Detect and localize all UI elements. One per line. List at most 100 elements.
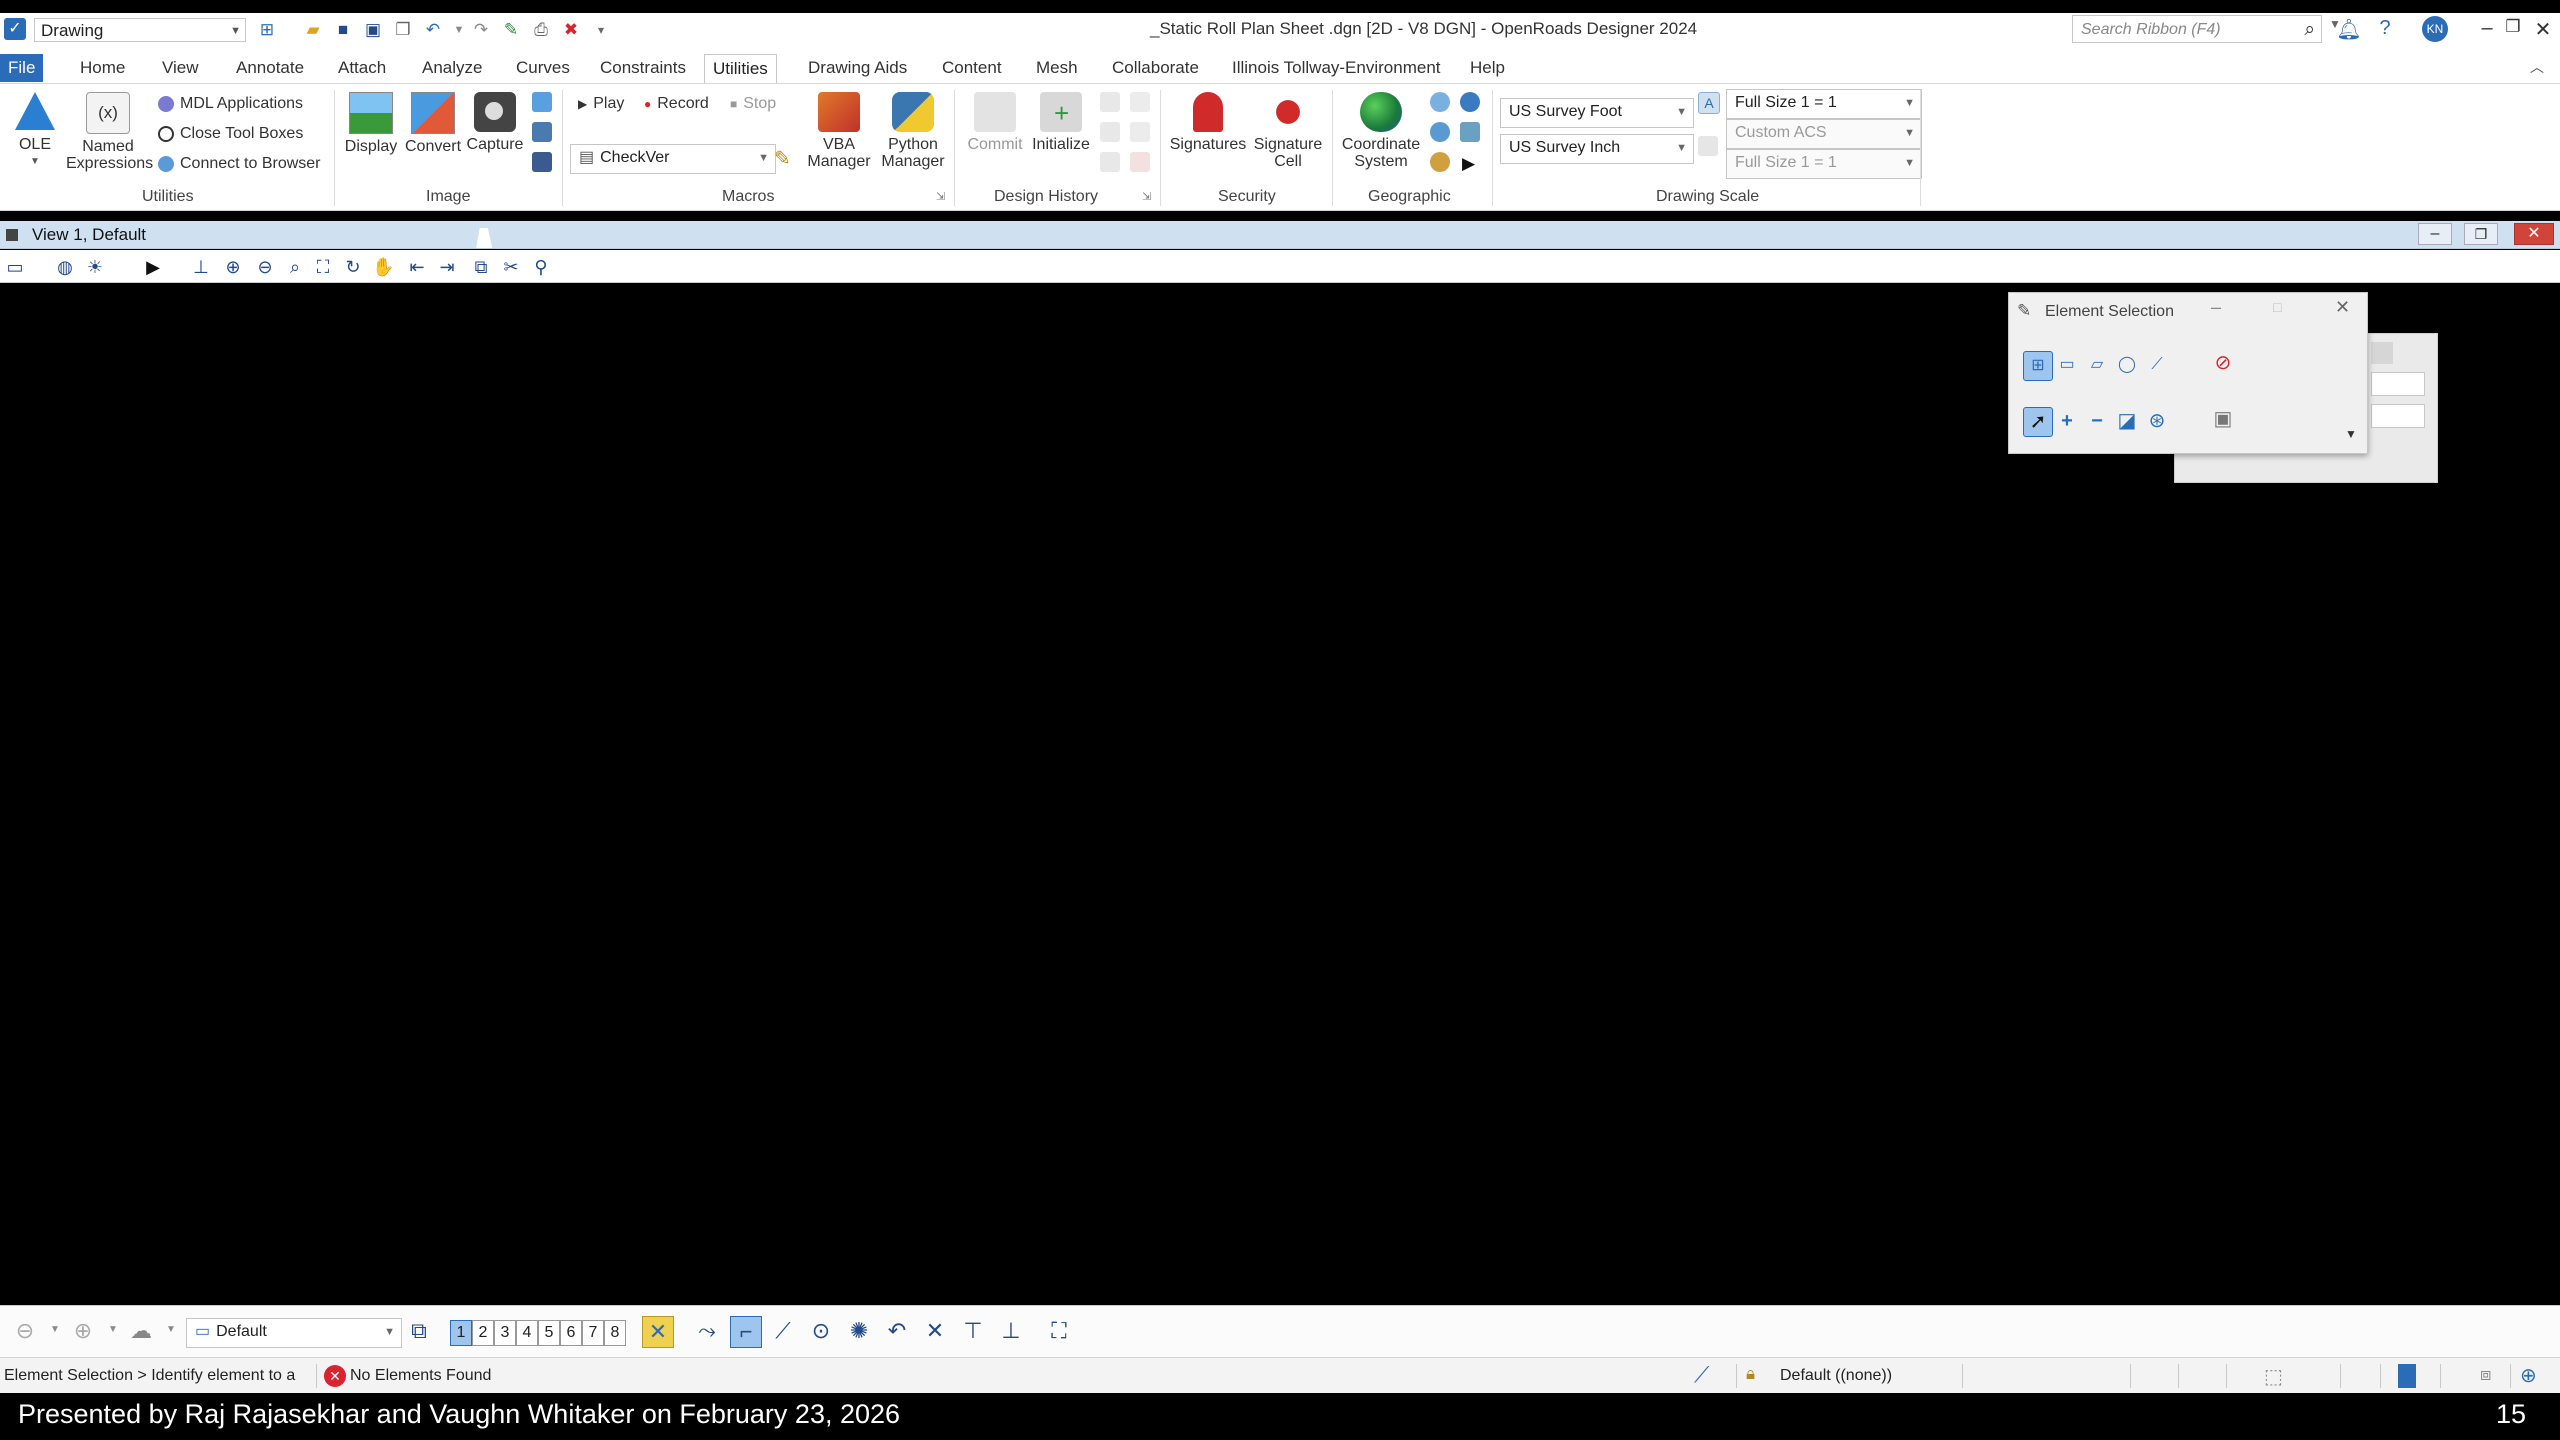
initialize-button[interactable]: + Initialize: [1026, 92, 1096, 153]
design-file-icon[interactable]: [2398, 1364, 2416, 1388]
restore-view-icon[interactable]: ❐: [2464, 223, 2498, 245]
add-mode-icon[interactable]: +: [2053, 407, 2081, 435]
search-ribbon-input[interactable]: Search Ribbon (F4) ⌕: [2072, 15, 2322, 43]
clear-selection-icon[interactable]: ⊘: [2209, 349, 2237, 377]
tab-file[interactable]: File: [0, 54, 44, 82]
rotate-view-icon[interactable]: ↻: [342, 256, 364, 278]
snap-toggle-icon[interactable]: ✕: [642, 1316, 674, 1348]
stop-macro-button[interactable]: ■ Stop: [730, 92, 776, 116]
minimize-icon[interactable]: –: [2474, 17, 2500, 40]
view-play-icon[interactable]: ▶: [142, 256, 164, 278]
lighting-icon[interactable]: ☀: [84, 256, 106, 278]
shape-method-icon[interactable]: ▱: [2083, 351, 2111, 379]
close-icon[interactable]: ✕: [2530, 17, 2556, 42]
display-button[interactable]: Display: [336, 92, 406, 155]
python-manager-button[interactable]: Python Manager: [878, 92, 948, 170]
workspace-dropdown[interactable]: Drawing ▼: [34, 18, 246, 42]
tab-help[interactable]: Help: [1462, 54, 1513, 82]
nearest-snap-icon[interactable]: ⤳: [692, 1316, 722, 1346]
dialog-launcher-icon[interactable]: ⇲: [936, 190, 945, 203]
clip-volume-icon[interactable]: ✂: [500, 256, 522, 278]
undo-icon[interactable]: ↶: [422, 19, 444, 41]
user-avatar[interactable]: KN: [2422, 16, 2448, 42]
copy-view-icon[interactable]: ⧉: [470, 256, 492, 278]
window-area-icon[interactable]: ⌕: [284, 256, 306, 278]
settings-field[interactable]: [2371, 404, 2425, 428]
view-button-3[interactable]: 3: [494, 1320, 516, 1346]
tab-content[interactable]: Content: [934, 54, 1010, 82]
view-attributes-icon[interactable]: ▭: [4, 256, 26, 278]
view-groups-icon[interactable]: ⧉: [404, 1316, 434, 1346]
pin-icon[interactable]: ✎: [500, 19, 522, 41]
settings-field[interactable]: [2371, 372, 2425, 396]
image-tool-icon[interactable]: [532, 92, 552, 112]
close-tool-boxes-button[interactable]: Close Tool Boxes: [158, 122, 303, 146]
line-method-icon[interactable]: ⟋: [2143, 351, 2171, 379]
signature-cell-button[interactable]: Signature Cell: [1252, 92, 1324, 170]
help-icon[interactable]: ?: [2372, 17, 2398, 40]
macro-select[interactable]: ▤ CheckVer ▼: [570, 144, 776, 174]
history-icon[interactable]: [1130, 92, 1150, 112]
perpendicular-snap-icon[interactable]: ⊤: [958, 1316, 988, 1346]
tab-drawing-aids[interactable]: Drawing Aids: [800, 54, 915, 82]
tab-analyze[interactable]: Analyze: [414, 54, 490, 82]
intersection-snap-icon[interactable]: ✕: [920, 1316, 950, 1346]
view-button-4[interactable]: 4: [516, 1320, 538, 1346]
maximize-icon[interactable]: □: [2273, 299, 2281, 315]
parallel-snap-icon[interactable]: ⊥: [996, 1316, 1026, 1346]
camera-view-icon[interactable]: ⚲: [530, 256, 552, 278]
active-level[interactable]: Default ((none)): [1780, 1358, 1892, 1394]
print-icon[interactable]: ⎙: [530, 19, 552, 41]
history-icon[interactable]: [1100, 92, 1120, 112]
workflow-icon[interactable]: ⊞: [256, 19, 278, 41]
primary-units-select[interactable]: US Survey Foot ▼: [1500, 98, 1694, 128]
close-icon[interactable]: ✕: [2335, 297, 2350, 318]
geo-tool-icon[interactable]: [1430, 152, 1450, 172]
geo-map-icon[interactable]: [1460, 122, 1480, 142]
notification-bell-icon[interactable]: 🔔︎: [2336, 17, 2362, 42]
chevron-down-icon[interactable]: ▼: [108, 1324, 118, 1335]
view-button-8[interactable]: 8: [604, 1320, 626, 1346]
keypoint-snap-icon[interactable]: ⌐: [730, 1316, 762, 1348]
view-button-7[interactable]: 7: [582, 1320, 604, 1346]
app-icon[interactable]: ✓: [4, 18, 26, 40]
tab-attach[interactable]: Attach: [330, 54, 394, 82]
mdl-applications-button[interactable]: MDL Applications: [158, 92, 303, 116]
geo-tool-icon[interactable]: [1430, 122, 1450, 142]
geo-coordinate-status-icon[interactable]: ⊕: [2520, 1363, 2537, 1388]
convert-button[interactable]: Convert: [398, 92, 468, 155]
view-button-1[interactable]: 1: [450, 1320, 472, 1346]
tab-curves[interactable]: Curves: [508, 54, 578, 82]
fit-view-icon[interactable]: ⛶: [312, 256, 334, 278]
close-file-icon[interactable]: ✖: [560, 19, 582, 41]
view-window-titlebar[interactable]: View 1, Default – ❐ ✕: [0, 221, 2560, 249]
view-next-icon[interactable]: ⇥: [436, 256, 458, 278]
drawing-scale-select[interactable]: Full Size 1 = 1 ▼: [1726, 149, 1922, 179]
back-icon[interactable]: ⊖: [10, 1316, 40, 1346]
snap-settings-icon[interactable]: ⛶: [1044, 1316, 1074, 1346]
view-button-5[interactable]: 5: [538, 1320, 560, 1346]
collapse-ribbon-icon[interactable]: ︿: [2530, 57, 2544, 77]
center-snap-icon[interactable]: ⊙: [806, 1316, 836, 1346]
open-folder-icon[interactable]: ▰: [302, 19, 324, 41]
new-mode-cursor-icon[interactable]: ➚: [2023, 407, 2053, 437]
subtract-mode-icon[interactable]: −: [2083, 407, 2111, 435]
tab-home[interactable]: Home: [72, 54, 133, 82]
chevron-down-icon[interactable]: ▼: [50, 1324, 60, 1335]
tab-annotate[interactable]: Annotate: [228, 54, 312, 82]
vba-manager-button[interactable]: VBA Manager: [804, 92, 874, 170]
close-view-icon[interactable]: ✕: [2514, 223, 2554, 245]
chevron-down-icon[interactable]: ▼: [166, 1324, 176, 1335]
annotation-scale-icon[interactable]: A: [1698, 92, 1720, 114]
annotation-scale-select[interactable]: Full Size 1 = 1 ▼: [1726, 89, 1922, 119]
dialog-launcher-icon[interactable]: ⇲: [1142, 190, 1151, 203]
redo-icon[interactable]: ↷: [470, 19, 492, 41]
history-icon[interactable]: [1100, 122, 1120, 142]
history-icon[interactable]: [1100, 152, 1120, 172]
block-method-icon[interactable]: ▭: [2053, 351, 2081, 379]
movie-icon[interactable]: [532, 152, 552, 172]
view-button-2[interactable]: 2: [472, 1320, 494, 1346]
pan-view-icon[interactable]: ✋: [372, 256, 394, 278]
search-icon[interactable]: ⌕: [2304, 16, 2315, 44]
copy-icon[interactable]: ❐: [392, 19, 414, 41]
